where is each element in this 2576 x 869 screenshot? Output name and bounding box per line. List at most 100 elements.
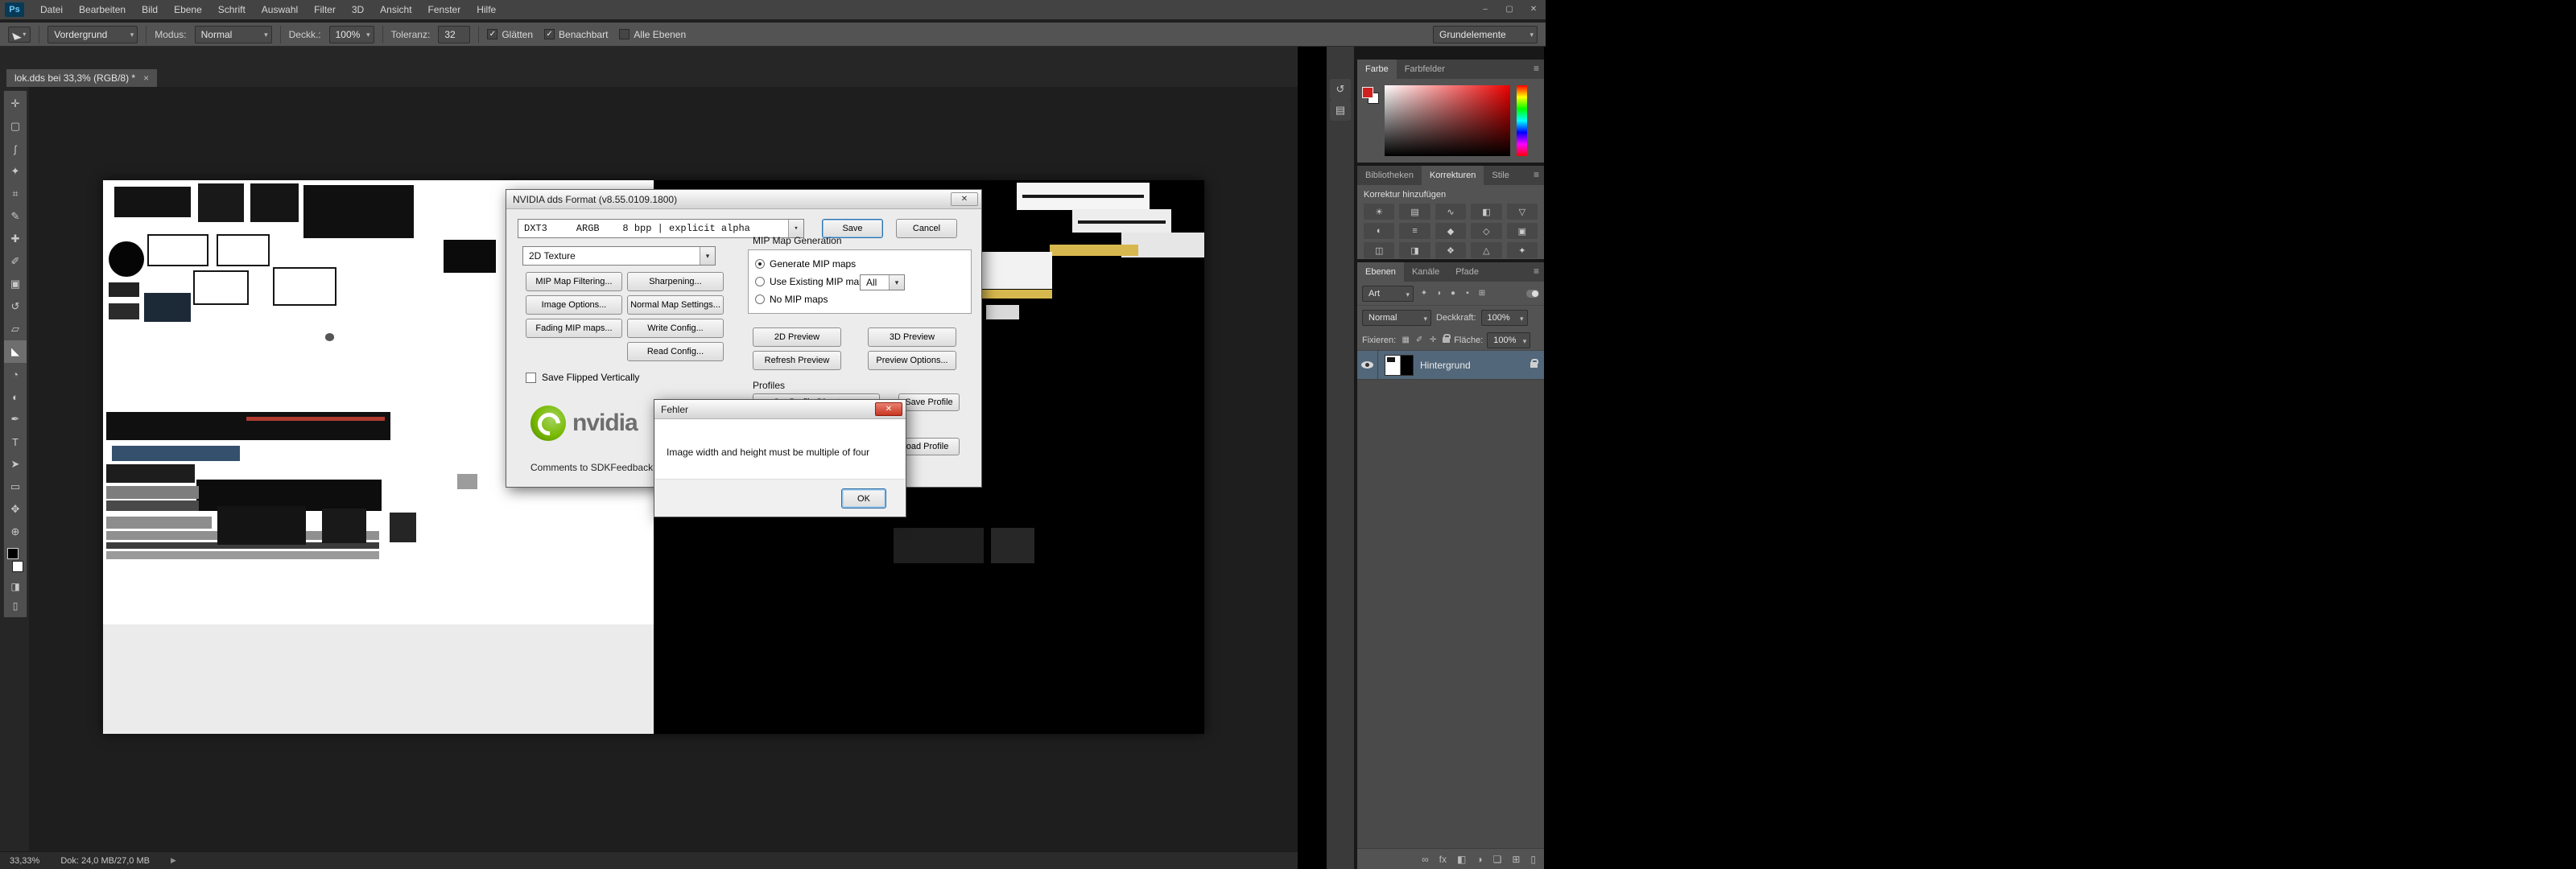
adjustment-layer-icon[interactable]: ◑ (1476, 854, 1482, 865)
texture-type-select[interactable]: 2D Texture (522, 246, 716, 266)
background-color-swatch[interactable] (12, 561, 23, 572)
adjustment-icon[interactable]: ▤ (1399, 204, 1430, 220)
panel-tab[interactable]: Pfade (1447, 262, 1487, 282)
foreground-color-well[interactable] (1362, 87, 1373, 98)
dialog-button[interactable]: Read Config... (627, 342, 724, 361)
cancel-button[interactable]: Cancel (896, 219, 957, 238)
dialog-close-icon[interactable]: ✕ (951, 192, 978, 206)
panel-tab[interactable]: Stile (1484, 166, 1517, 185)
layer-filter-icon[interactable]: ▪ (1462, 289, 1473, 298)
menu-item[interactable]: Ebene (166, 0, 210, 19)
panel-tab[interactable]: Ebenen (1357, 262, 1404, 282)
layer-filter-toggle[interactable] (1526, 290, 1539, 298)
status-flyout-icon[interactable]: ▶ (171, 856, 176, 865)
tolerance-input[interactable]: 32 (438, 26, 470, 43)
error-title-bar[interactable]: Fehler ✕ (654, 400, 906, 419)
link-layers-icon[interactable]: ∞ (1422, 854, 1429, 865)
zoom-level[interactable]: 33,33% (10, 856, 39, 866)
adjustment-icon[interactable]: ◆ (1435, 223, 1466, 239)
menu-item[interactable]: Filter (306, 0, 344, 19)
healing-brush-tool[interactable]: ✚ (4, 228, 27, 250)
menu-item[interactable]: Hilfe (469, 0, 504, 19)
layer-style-icon[interactable]: fx (1439, 854, 1447, 865)
adjustment-icon[interactable]: ◨ (1399, 242, 1430, 258)
type-tool[interactable]: T (4, 430, 27, 453)
dialog-button[interactable]: Fading MIP maps... (526, 319, 622, 338)
layer-filter-icon[interactable]: ⊞ (1476, 289, 1488, 298)
layer-fill-select[interactable]: 100% (1487, 332, 1530, 348)
opacity-select[interactable]: 100% (329, 26, 374, 43)
flip-vertically-checkbox[interactable]: Save Flipped Vertically (526, 372, 639, 383)
active-tool-icon[interactable]: ◣ ▾ (8, 27, 31, 43)
lasso-tool[interactable]: ʃ (4, 138, 27, 160)
blend-mode-select[interactable]: Normal (1362, 310, 1431, 326)
layer-row[interactable]: Hintergrund (1357, 351, 1544, 380)
workspace-select[interactable]: Grundelemente (1433, 26, 1538, 43)
adjustment-icon[interactable]: ▽ (1507, 204, 1538, 220)
dialog-button[interactable]: MIP Map Filtering... (526, 272, 622, 291)
dialog-button[interactable]: 3D Preview (868, 327, 956, 347)
mip-radio-option[interactable]: Generate MIP maps (755, 255, 971, 273)
foreground-color-swatch[interactable] (7, 548, 19, 559)
panel-menu-icon[interactable]: ≡ (1534, 63, 1539, 74)
lock-option-icon[interactable]: ▦ (1400, 336, 1411, 344)
pen-tool[interactable]: ✒ (4, 408, 27, 430)
marquee-tool[interactable]: ▢ (4, 115, 27, 138)
lock-option-icon[interactable]: ✛ (1427, 336, 1439, 344)
adjustment-icon[interactable]: ◇ (1471, 223, 1501, 239)
adjustment-icon[interactable]: ✦ (1507, 242, 1538, 258)
tab-close-icon[interactable]: × (143, 72, 149, 84)
collapsed-panel-icon-history[interactable]: ↺ (1330, 79, 1351, 100)
ok-button[interactable]: OK (841, 488, 886, 509)
move-tool[interactable]: ✛ (4, 93, 27, 115)
dialog-button[interactable]: Image Options... (526, 295, 622, 315)
blur-tool[interactable]: ◔ (4, 363, 27, 385)
restore-icon[interactable]: ▢ (1497, 0, 1521, 19)
mip-all-select[interactable]: All (860, 274, 905, 290)
menu-item[interactable]: Datei (32, 0, 71, 19)
zoom-tool[interactable]: ⊕ (4, 521, 27, 543)
menu-item[interactable]: Fenster (420, 0, 469, 19)
adjustment-icon[interactable]: ◧ (1471, 204, 1501, 220)
eyedropper-tool[interactable]: ✎ (4, 205, 27, 228)
history-brush-tool[interactable]: ↺ (4, 295, 27, 318)
quick-selection-tool[interactable]: ✦ (4, 160, 27, 183)
hue-slider[interactable] (1517, 85, 1527, 156)
brush-tool[interactable]: ✐ (4, 250, 27, 273)
lock-all-icon[interactable] (1443, 337, 1450, 343)
save-profile-button[interactable]: Save Profile (898, 393, 960, 411)
saturation-brightness-field[interactable] (1385, 85, 1510, 156)
adjustment-icon[interactable]: ◫ (1364, 242, 1394, 258)
collapsed-panel-icon-properties[interactable]: ▤ (1330, 100, 1351, 121)
layer-group-icon[interactable]: ❏ (1493, 854, 1502, 865)
crop-tool[interactable]: ⌗ (4, 183, 27, 205)
dialog-button[interactable]: Sharpening... (627, 272, 724, 291)
visibility-toggle[interactable] (1357, 351, 1378, 379)
menu-item[interactable]: Ansicht (372, 0, 419, 19)
adjustment-icon[interactable]: ❖ (1435, 242, 1466, 258)
layer-filter-select[interactable]: Art (1362, 286, 1414, 302)
eraser-tool[interactable]: ▱ (4, 318, 27, 340)
panel-tab[interactable]: Farbe (1357, 60, 1397, 79)
panel-tab[interactable]: Korrekturen (1422, 166, 1484, 185)
mode-select[interactable]: Normal (195, 26, 272, 43)
dodge-tool[interactable]: ◐ (4, 385, 27, 408)
lock-option-icon[interactable]: ✐ (1414, 336, 1425, 344)
layer-mask-icon[interactable]: ◧ (1457, 854, 1466, 865)
paint-bucket-tool[interactable]: ◣ (4, 340, 27, 363)
minimize-icon[interactable]: – (1473, 0, 1497, 19)
delete-layer-icon[interactable]: ▯ (1530, 854, 1536, 865)
dialog-button[interactable]: Refresh Preview (753, 351, 841, 370)
layer-filter-icon[interactable]: ◑ (1433, 289, 1444, 298)
menu-item[interactable]: Bild (134, 0, 166, 19)
mip-radio-option[interactable]: No MIP maps (755, 290, 971, 308)
adjustment-icon[interactable]: ☀ (1364, 204, 1394, 220)
document-tab[interactable]: lok.dds bei 33,3% (RGB/8) * × (6, 69, 157, 87)
dialog-button[interactable]: Preview Options... (868, 351, 956, 370)
error-close-icon[interactable]: ✕ (875, 402, 902, 416)
layer-filter-icon[interactable]: ✦ (1418, 289, 1430, 298)
shape-tool[interactable]: ▭ (4, 476, 27, 498)
new-layer-icon[interactable]: ⊞ (1512, 854, 1520, 865)
options-checkbox[interactable]: Alle Ebenen (619, 29, 686, 40)
close-icon[interactable]: ✕ (1521, 0, 1546, 19)
